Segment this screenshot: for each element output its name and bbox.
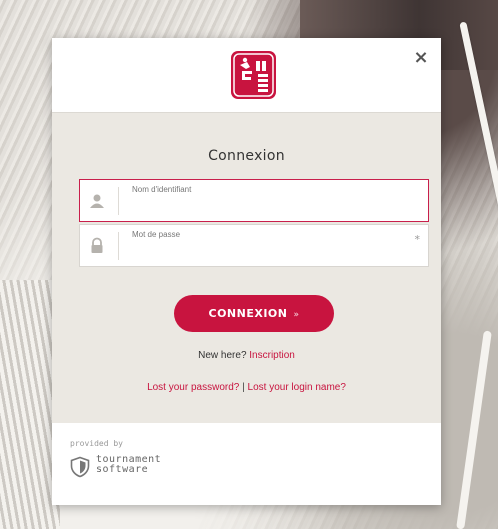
- inscription-link[interactable]: Inscription: [249, 350, 295, 361]
- new-here-line: New here? Inscription: [52, 350, 441, 361]
- connexion-button[interactable]: CONNEXION »: [174, 295, 334, 332]
- dialog-header: ×: [52, 38, 441, 113]
- dialog-footer: provided by tournament software: [52, 423, 441, 505]
- login-dialog: × Connexion Nom d'identifiant Mot de pas…: [52, 38, 441, 505]
- lost-password-link[interactable]: Lost your password?: [147, 382, 239, 393]
- login-form: Connexion Nom d'identifiant Mot de passe…: [52, 113, 441, 423]
- lost-login-link[interactable]: Lost your login name?: [248, 382, 346, 393]
- required-mark: *: [414, 233, 421, 246]
- shield-icon: [70, 456, 90, 478]
- chevron-right-icon: »: [293, 310, 300, 320]
- provided-by-text: provided by: [70, 439, 123, 448]
- username-input[interactable]: [126, 180, 406, 221]
- field-divider: [118, 232, 119, 260]
- password-field[interactable]: Mot de passe *: [79, 224, 429, 267]
- close-button[interactable]: ×: [411, 48, 431, 68]
- close-icon: ×: [413, 47, 429, 68]
- lock-icon: [91, 237, 103, 253]
- dialog-title: Connexion: [208, 148, 285, 164]
- tournament-software-logo: tournament software: [96, 455, 161, 475]
- brand-line-2: software: [96, 464, 149, 475]
- link-separator: |: [242, 382, 245, 393]
- user-icon: [90, 194, 104, 208]
- field-divider: [118, 187, 119, 215]
- ffbb-logo: [231, 51, 276, 99]
- new-here-text: New here?: [198, 350, 247, 361]
- password-input[interactable]: [126, 225, 406, 266]
- username-field[interactable]: Nom d'identifiant: [79, 179, 429, 222]
- recovery-links: Lost your password? | Lost your login na…: [52, 382, 441, 393]
- connexion-button-label: CONNEXION: [208, 307, 288, 320]
